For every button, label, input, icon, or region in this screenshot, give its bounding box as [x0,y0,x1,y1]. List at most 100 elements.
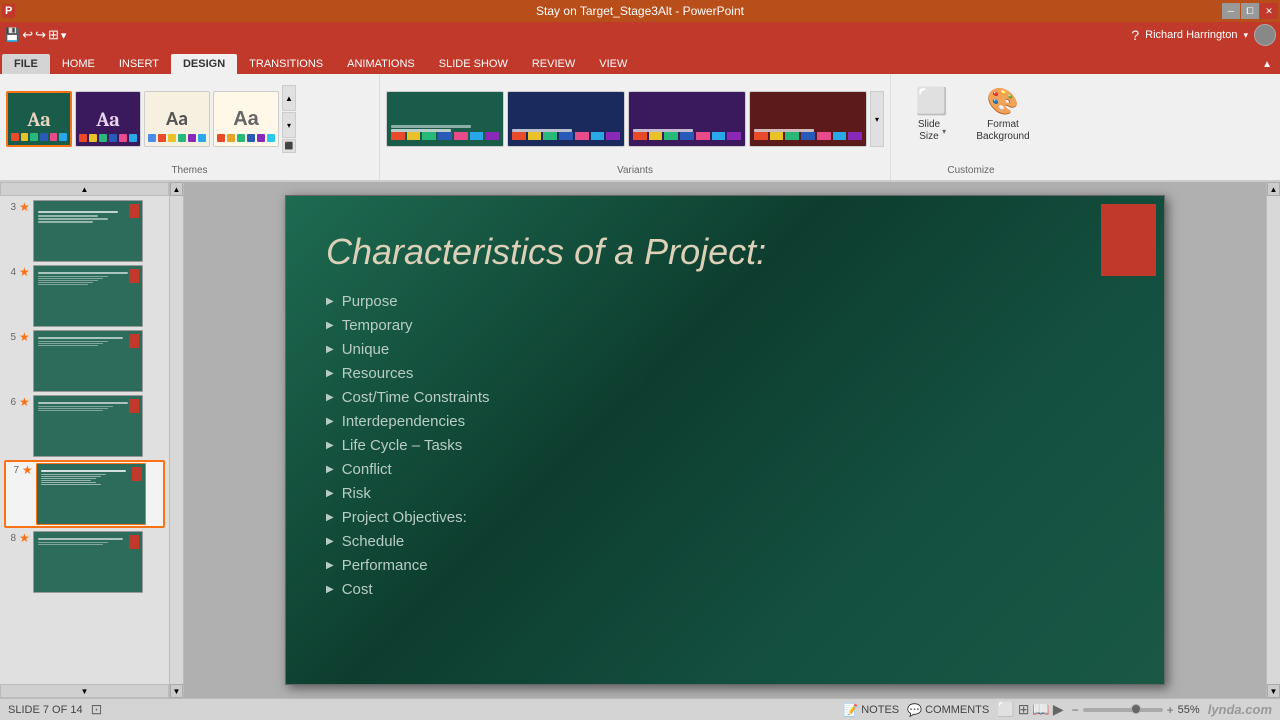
slide-item-6[interactable]: 6 ★ [4,395,165,457]
bullet-arrow-1: ▶ [326,296,334,307]
bullet-arrow-4: ▶ [326,368,334,379]
right-scroll-down[interactable]: ▼ [1267,684,1280,698]
bullet-arrow-2: ▶ [326,320,334,331]
slide-bullets[interactable]: ▶ Purpose ▶ Temporary ▶ Unique ▶ Resourc… [286,288,1164,615]
tab-home[interactable]: HOME [50,54,107,74]
zoom-slider[interactable] [1083,708,1163,712]
slide-item-8[interactable]: 8 ★ [4,531,165,593]
comments-button[interactable]: 💬 COMMENTS [907,703,989,717]
slide-size-label: SlideSize [918,119,940,143]
slide-thumb-4 [33,265,143,327]
bullet-arrow-12: ▶ [326,560,334,571]
slide-view-toggle[interactable]: ⊡ [91,701,103,718]
notes-button[interactable]: 📝 NOTES [843,703,899,717]
bullet-arrow-6: ▶ [326,416,334,427]
tab-review[interactable]: REVIEW [520,54,587,74]
slide-item-4[interactable]: 4 ★ [4,265,165,327]
slide-title[interactable]: Characteristics of a Project: [286,196,1164,288]
restore-button[interactable]: ⧠ [1241,3,1259,19]
app-title: Stay on Target_Stage3Alt - PowerPoint [536,4,744,18]
themes-label: Themes [0,165,379,176]
themes-scroll-down[interactable]: ▾ [282,112,296,138]
right-scroll-up[interactable]: ▲ [1267,182,1280,196]
bullet-arrow-8: ▶ [326,464,334,475]
slide-panel: ▲ 3 ★ 4 ★ [0,182,170,698]
bullet-schedule: ▶ Schedule [326,533,1124,550]
tab-file[interactable]: FILE [2,54,50,74]
slide-number-7: 7 [7,463,19,476]
view-normal[interactable]: ⬜ [997,701,1014,718]
slide-thumb-7 [36,463,146,525]
theme-1[interactable]: Aa [6,91,72,147]
undo-button[interactable]: ↩ [22,27,33,43]
slide-star-5: ★ [19,330,30,344]
themes-more[interactable]: ⬛ [282,139,296,153]
present-button[interactable]: ⊞ [48,27,59,43]
red-accent-box [1101,204,1156,276]
status-bar: SLIDE 7 OF 14 ⊡ 📝 NOTES 💬 COMMENTS ⬜ ⊞ 📖… [0,698,1280,720]
theme-3[interactable]: Aa [144,91,210,147]
slide-thumb-8 [33,531,143,593]
zoom-out-button[interactable]: − [1072,703,1079,717]
format-background-button[interactable]: 🎨 FormatBackground [969,82,1037,147]
slide-star-4: ★ [19,265,30,279]
bullet-objectives: ▶ Project Objectives: [326,509,1124,526]
variants-group: ▾ Variants [380,74,891,180]
view-reading[interactable]: 📖 [1032,701,1049,718]
dropdown-button[interactable]: ▾ [61,29,67,42]
theme-2[interactable]: Aa [75,91,141,147]
bullet-arrow-9: ▶ [326,488,334,499]
bullet-arrow-5: ▶ [326,392,334,403]
close-button[interactable]: ✕ [1260,3,1278,19]
slide-canvas[interactable]: Characteristics of a Project: ▶ Purpose … [285,195,1165,685]
variant-4[interactable] [749,91,867,147]
collapse-ribbon-button[interactable]: ▲ [1254,55,1280,74]
zoom-in-button[interactable]: + [1167,703,1174,717]
variant-2[interactable] [507,91,625,147]
tab-transitions[interactable]: TRANSITIONS [237,54,335,74]
slide-item-7[interactable]: 7 ★ [4,460,165,528]
panel-scroll-down[interactable]: ▼ [0,684,169,698]
tab-insert[interactable]: INSERT [107,54,171,74]
bullet-resources: ▶ Resources [326,365,1124,382]
tab-animations[interactable]: ANIMATIONS [335,54,427,74]
redo-button[interactable]: ↪ [35,27,46,43]
user-dropdown-icon: ▾ [1243,30,1248,41]
slide-thumb-5 [33,330,143,392]
bullet-cost: ▶ Cost [326,581,1124,598]
tab-design[interactable]: DESIGN [171,54,237,74]
slide-number-3: 3 [4,200,16,213]
save-quick-button[interactable]: 💾 [4,27,20,43]
slide-size-dropdown: ▾ [942,127,946,136]
bullet-arrow-10: ▶ [326,512,334,523]
tab-slideshow[interactable]: SLIDE SHOW [427,54,520,74]
slide-star-6: ★ [19,395,30,409]
powerpoint-icon: P [2,4,15,18]
view-slide-sorter[interactable]: ⊞ [1018,701,1030,718]
view-presentation[interactable]: ▶ [1053,701,1064,718]
bullet-arrow-3: ▶ [326,344,334,355]
themes-scroll-up[interactable]: ▲ [282,85,296,111]
slide-item-3[interactable]: 3 ★ [4,200,165,262]
customize-label: Customize [891,165,1051,176]
minimize-button[interactable]: ─ [1222,3,1240,19]
variant-1[interactable] [386,91,504,147]
panel-scroll-up[interactable]: ▲ [0,182,169,196]
theme-4[interactable]: Aa [213,91,279,147]
bullet-cost-time: ▶ Cost/Time Constraints [326,389,1124,406]
main-scroll-up[interactable]: ▲ [170,182,183,196]
slide-number-8: 8 [4,531,16,544]
user-name: Richard Harrington [1145,29,1237,41]
lynda-logo: lynda.com [1208,702,1272,717]
slide-item-5[interactable]: 5 ★ [4,330,165,392]
slide-size-button[interactable]: ⬜ SlideSize ▾ [903,82,961,147]
main-scroll-down[interactable]: ▼ [170,684,183,698]
slide-star-3: ★ [19,200,30,214]
tab-view[interactable]: VIEW [587,54,639,74]
slide-thumb-3 [33,200,143,262]
slide-number-6: 6 [4,395,16,408]
bullet-arrow-7: ▶ [326,440,334,451]
variant-3[interactable] [628,91,746,147]
avatar [1254,24,1276,46]
variants-scroll[interactable]: ▾ [870,91,884,147]
